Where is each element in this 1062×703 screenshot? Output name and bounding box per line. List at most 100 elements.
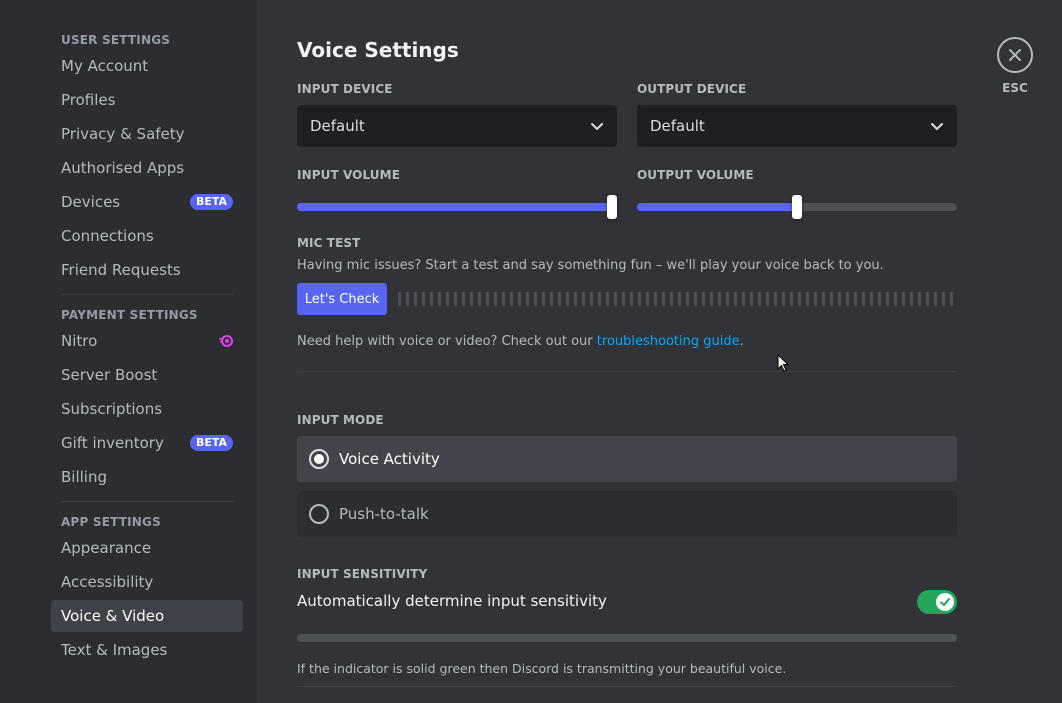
meter-bar: [446, 292, 449, 306]
section-header-app-settings: App Settings: [61, 515, 161, 529]
mic-test-description: Having mic issues? Start a test and say …: [297, 258, 884, 273]
meter-bar: [782, 292, 785, 306]
input-volume-handle[interactable]: [607, 195, 617, 219]
sidebar-item-subscriptions[interactable]: Subscriptions: [51, 393, 243, 425]
meter-bar: [950, 292, 953, 306]
close-icon: [1009, 49, 1021, 61]
meter-bar: [574, 292, 577, 306]
help-text-suffix: .: [739, 334, 744, 349]
meter-bar: [590, 292, 593, 306]
voice-activity-label: Voice Activity: [339, 450, 440, 468]
input-mode-label: Input Mode: [297, 413, 384, 427]
meter-bar: [862, 292, 865, 306]
sidebar-item-voice-video[interactable]: Voice & Video: [51, 600, 243, 632]
meter-bar: [438, 292, 441, 306]
sidebar-item-my-account[interactable]: My Account: [51, 50, 243, 82]
sidebar-item-text-images[interactable]: Text & Images: [51, 634, 243, 666]
meter-bar: [454, 292, 457, 306]
sidebar-item-connections[interactable]: Connections: [51, 220, 243, 252]
meter-bar: [686, 292, 689, 306]
chevron-down-icon: [931, 123, 943, 131]
meter-bar: [470, 292, 473, 306]
meter-bar: [702, 292, 705, 306]
meter-bar: [478, 292, 481, 306]
meter-bar: [646, 292, 649, 306]
output-volume-handle[interactable]: [792, 195, 802, 219]
sidebar-item-label: Profiles: [61, 91, 116, 109]
mic-test-label: Mic Test: [297, 236, 361, 250]
input-device-select[interactable]: Default: [297, 105, 617, 147]
input-mode-push-to-talk[interactable]: Push-to-talk: [297, 491, 957, 537]
chevron-down-icon: [591, 123, 603, 131]
sidebar-item-billing[interactable]: Billing: [51, 461, 243, 493]
troubleshooting-guide-link[interactable]: troubleshooting guide: [597, 334, 740, 349]
sidebar-item-profiles[interactable]: Profiles: [51, 84, 243, 116]
meter-bar: [902, 292, 905, 306]
sidebar-item-label: Appearance: [61, 539, 152, 557]
meter-bar: [494, 292, 497, 306]
meter-bar: [502, 292, 505, 306]
beta-badge: BETA: [189, 435, 233, 451]
sidebar-item-appearance[interactable]: Appearance: [51, 532, 243, 564]
meter-bar: [910, 292, 913, 306]
sensitivity-indicator-bar: [297, 634, 957, 642]
sidebar-item-authorised-apps[interactable]: Authorised Apps: [51, 152, 243, 184]
settings-sidebar: User Settings My Account Profiles Privac…: [0, 0, 257, 703]
meter-bar: [878, 292, 881, 306]
sidebar-nav: User Settings My Account Profiles Privac…: [51, 30, 243, 668]
meter-bar: [822, 292, 825, 306]
meter-bar: [694, 292, 697, 306]
sidebar-item-label: Connections: [61, 227, 154, 245]
meter-bar: [766, 292, 769, 306]
sidebar-item-privacy-safety[interactable]: Privacy & Safety: [51, 118, 243, 150]
section-divider: [297, 686, 957, 687]
toggle-knob: [936, 593, 954, 611]
sidebar-item-devices[interactable]: Devices BETA: [51, 186, 243, 218]
sidebar-item-label: Billing: [61, 468, 107, 486]
meter-bar: [734, 292, 737, 306]
sidebar-item-friend-requests[interactable]: Friend Requests: [51, 254, 243, 286]
meter-bar: [462, 292, 465, 306]
output-volume-slider[interactable]: [637, 195, 957, 219]
output-device-select[interactable]: Default: [637, 105, 957, 147]
radio-selected-icon: [309, 449, 329, 469]
meter-bar: [918, 292, 921, 306]
meter-bar: [614, 292, 617, 306]
sidebar-item-gift-inventory[interactable]: Gift inventory BETA: [51, 427, 243, 459]
auto-sensitivity-label: Automatically determine input sensitivit…: [297, 592, 607, 610]
meter-bar: [774, 292, 777, 306]
lets-check-button[interactable]: Let's Check: [297, 283, 387, 315]
sidebar-item-label: Text & Images: [61, 641, 168, 659]
meter-bar: [526, 292, 529, 306]
sidebar-item-label: Server Boost: [61, 366, 158, 384]
meter-bar: [486, 292, 489, 306]
help-text: Need help with voice or video? Check out…: [297, 334, 744, 349]
output-device-value: Default: [650, 117, 705, 135]
meter-bar: [798, 292, 801, 306]
sidebar-item-accessibility[interactable]: Accessibility: [51, 566, 243, 598]
meter-bar: [430, 292, 433, 306]
meter-bar: [414, 292, 417, 306]
input-device-label: Input Device: [297, 82, 393, 96]
meter-bar: [582, 292, 585, 306]
sidebar-item-label: Gift inventory: [61, 434, 164, 452]
auto-sensitivity-toggle[interactable]: [917, 590, 957, 614]
mic-level-meter: [398, 292, 953, 306]
input-volume-fill: [297, 203, 612, 211]
close-settings[interactable]: ESC: [997, 37, 1033, 95]
meter-bar: [742, 292, 745, 306]
sidebar-item-nitro[interactable]: Nitro: [51, 325, 243, 357]
sensitivity-note: If the indicator is solid green then Dis…: [297, 661, 787, 676]
meter-bar: [598, 292, 601, 306]
meter-bar: [558, 292, 561, 306]
sidebar-item-server-boost[interactable]: Server Boost: [51, 359, 243, 391]
sidebar-item-label: Privacy & Safety: [61, 125, 185, 143]
page-title: Voice Settings: [297, 38, 459, 62]
meter-bar: [758, 292, 761, 306]
input-volume-slider[interactable]: [297, 195, 617, 219]
meter-bar: [606, 292, 609, 306]
meter-bar: [566, 292, 569, 306]
meter-bar: [718, 292, 721, 306]
close-button[interactable]: [997, 37, 1033, 73]
input-mode-voice-activity[interactable]: Voice Activity: [297, 436, 957, 482]
